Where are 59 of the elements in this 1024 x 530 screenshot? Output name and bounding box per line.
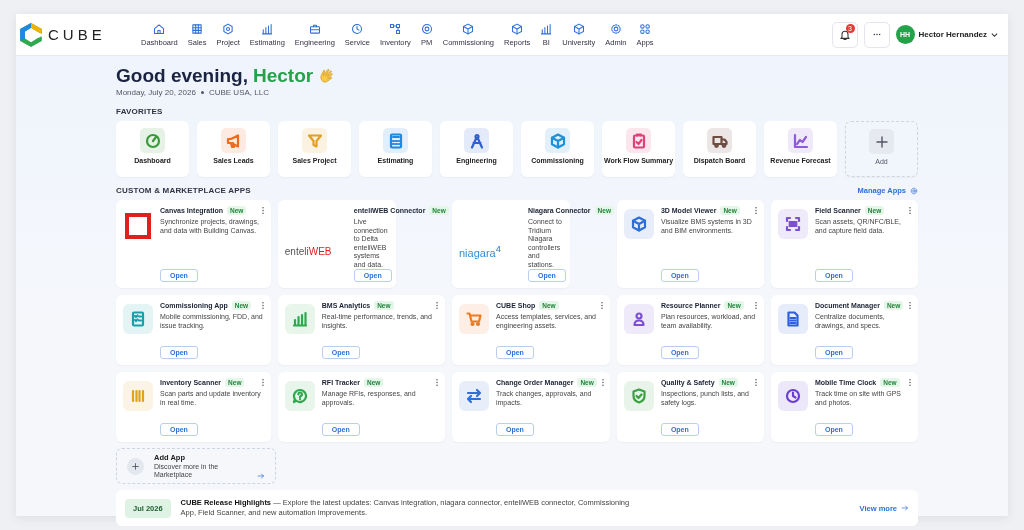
gear-icon	[910, 186, 918, 195]
card-menu-button[interactable]	[753, 378, 758, 387]
more-icon	[753, 206, 758, 215]
bar-chart-icon	[261, 22, 274, 35]
section-title: CUSTOM & MARKETPLACE APPS	[116, 186, 251, 195]
plus-icon	[873, 133, 890, 150]
cube-icon	[572, 22, 585, 35]
more-icon	[908, 206, 912, 215]
card-menu-button[interactable]	[908, 378, 912, 387]
card-menu-button[interactable]	[908, 206, 912, 215]
more-icon	[434, 301, 439, 310]
hexagon-icon	[222, 22, 235, 35]
card-menu-button[interactable]	[753, 206, 758, 215]
section-title: FAVORITES	[116, 107, 164, 116]
more-icon	[599, 301, 604, 310]
card-menu-button[interactable]	[434, 378, 439, 387]
app-logo: enteliWEB	[284, 246, 332, 257]
caret-icon	[991, 31, 998, 38]
cube-logo-icon	[20, 22, 42, 47]
more-icon	[753, 301, 758, 310]
more-icon	[434, 378, 439, 387]
clock-icon	[351, 22, 364, 35]
more-icon	[872, 33, 881, 36]
plus-icon	[131, 461, 140, 471]
cube-icon	[511, 22, 524, 35]
card-menu-button[interactable]	[260, 378, 265, 387]
briefcase-icon	[308, 22, 321, 35]
house-icon	[153, 22, 166, 35]
more-icon	[753, 378, 758, 387]
card-menu-button[interactable]	[753, 301, 758, 310]
card-menu-button[interactable]	[599, 301, 604, 310]
bell-icon	[838, 28, 851, 41]
bar-chart-icon	[540, 22, 553, 35]
card-menu-button[interactable]	[600, 378, 605, 387]
company-name: CUBE USA, LLC	[208, 87, 269, 98]
date-text: Monday, July 20, 2026	[116, 87, 196, 98]
more-icon	[908, 301, 912, 310]
arrow-icon	[901, 504, 909, 512]
cube-icon	[462, 22, 475, 35]
apps-icon	[639, 22, 652, 35]
more-icon	[908, 378, 912, 387]
grid-icon	[191, 22, 204, 35]
target-icon	[420, 22, 433, 35]
greeting-text: Good evening,	[116, 64, 248, 87]
brand-name: CUBE	[48, 26, 106, 43]
more-icon	[600, 378, 605, 387]
gear-icon	[609, 22, 622, 35]
more-icon	[260, 206, 265, 215]
more-icon	[260, 301, 265, 310]
card-menu-button[interactable]	[260, 206, 265, 215]
card-menu-button[interactable]	[908, 301, 912, 310]
arrow-icon	[257, 471, 265, 480]
user-first-name: Hector	[252, 64, 314, 87]
more-icon	[260, 378, 265, 387]
waving-hand-icon	[318, 67, 336, 84]
app-logo: niagara$^{4}$	[458, 244, 501, 259]
nodes-icon	[389, 22, 402, 35]
card-menu-button[interactable]	[434, 301, 439, 310]
card-menu-button[interactable]	[260, 301, 265, 310]
